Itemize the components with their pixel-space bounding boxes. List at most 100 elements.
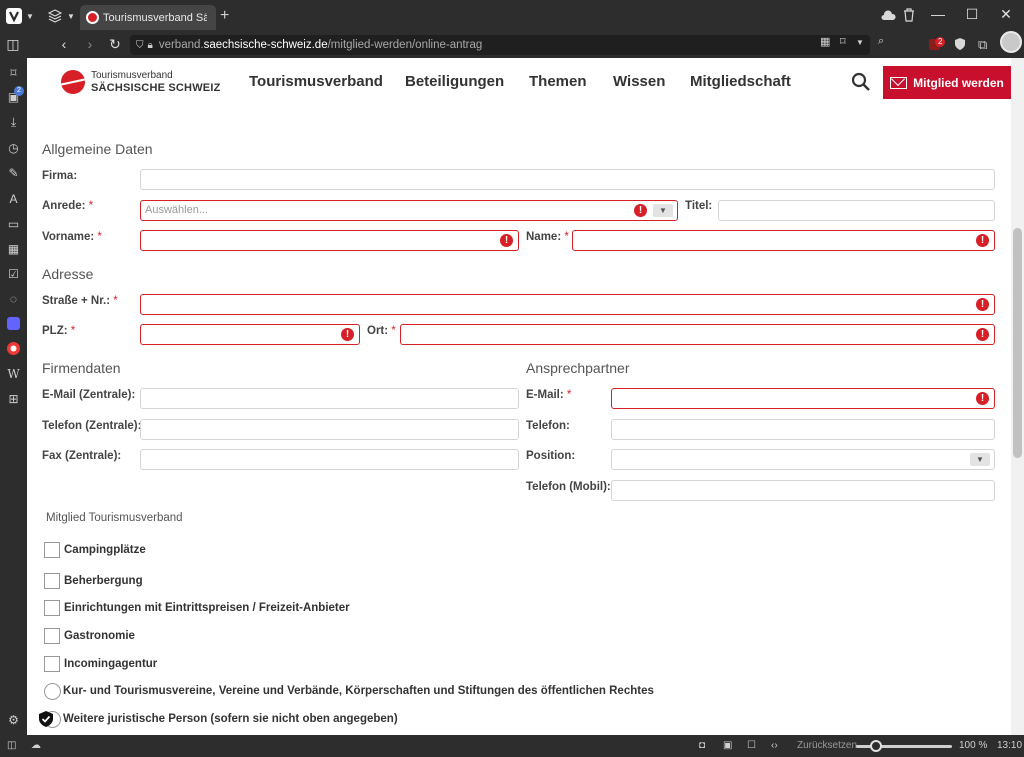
trash-icon[interactable] <box>899 8 919 25</box>
tab-active[interactable]: Tourismusverband Sächsische Schweiz <box>80 5 216 30</box>
feeds-icon[interactable]: ◌ <box>6 292 21 307</box>
reload-button[interactable]: ↻ <box>106 36 124 53</box>
ublock-extension-icon[interactable]: 2 <box>928 37 946 54</box>
position-select[interactable]: ▼ <box>611 449 995 470</box>
envelope-icon <box>890 76 908 89</box>
mastodon-icon[interactable] <box>6 317 21 332</box>
cloud-icon[interactable] <box>878 8 898 24</box>
membership-option-weitere[interactable]: Weitere juristische Person (sofern sie n… <box>44 710 398 728</box>
scrollbar-thumb[interactable] <box>1013 228 1022 458</box>
history-icon[interactable]: ◷ <box>6 141 21 156</box>
settings-gear-icon[interactable]: ⚙ <box>6 713 21 728</box>
titel-input[interactable] <box>718 200 995 221</box>
profile-avatar[interactable] <box>1000 31 1022 53</box>
nav-wissen[interactable]: Wissen <box>613 73 665 90</box>
telefon-mobil-label: Telefon (Mobil): <box>526 481 611 493</box>
status-bar: ◫ ☁ ◘ ▣ ☐ ‹› Zurücksetzen 100 % 13:10 <box>0 735 1024 757</box>
new-tab-button[interactable]: + <box>220 7 229 25</box>
forward-button[interactable]: › <box>81 36 99 52</box>
zoom-slider-knob[interactable] <box>870 740 882 752</box>
calendar-icon[interactable]: ▦ <box>6 242 21 257</box>
telefon-input[interactable] <box>611 419 995 440</box>
membership-option-kurvereine[interactable]: Kur- und Tourismusvereine, Vereine und V… <box>44 682 654 700</box>
back-button[interactable]: ‹ <box>55 36 73 52</box>
telefon-mobil-input[interactable] <box>611 480 995 501</box>
side-panel: ⌑ ▣ 2 ⤓ ◷ ✎ A ▭ ▦ ☑ ◌ W ⊞ ⚙ <box>0 58 27 735</box>
sync-cloud-icon[interactable]: ☁ <box>31 740 41 751</box>
privacy-shield-icon[interactable] <box>38 710 54 728</box>
option-label: Campingplätze <box>64 544 146 556</box>
chevron-down-icon[interactable]: ▼ <box>653 204 673 217</box>
panel-toggle-icon[interactable]: ◫ <box>7 740 16 751</box>
code-icon[interactable]: ‹› <box>771 740 778 751</box>
panel-toggle-icon[interactable]: ◫ <box>4 36 22 53</box>
zoom-slider[interactable] <box>856 740 952 752</box>
url-prefix: verband. <box>158 39 204 51</box>
ort-input[interactable]: ! <box>400 324 995 345</box>
notes-icon[interactable]: ✎ <box>6 166 21 181</box>
fax-zentrale-label: Fax (Zentrale): <box>42 450 122 462</box>
membership-option-einrichtungen[interactable]: Einrichtungen mit Eintrittspreisen / Fre… <box>44 599 350 617</box>
ort-label: Ort: * <box>367 325 396 337</box>
page-actions-icon[interactable]: ☐ <box>747 740 756 751</box>
name-input[interactable]: ! <box>572 230 995 251</box>
telefon-zentrale-input[interactable] <box>140 419 519 440</box>
chevron-down-icon[interactable]: ▼ <box>856 38 864 47</box>
checkbox[interactable] <box>44 656 60 672</box>
logo-text-line1[interactable]: Tourismusverband <box>91 70 173 81</box>
bookmark-icon[interactable]: ⌑ <box>840 35 846 48</box>
membership-option-campingplaetze[interactable]: Campingplätze <box>44 541 146 559</box>
logo-text-line2[interactable]: SÄCHSISCHE SCHWEIZ <box>91 82 221 94</box>
checkbox[interactable] <box>44 573 60 589</box>
anrede-select[interactable]: Auswählen... ! ▼ <box>140 200 678 221</box>
firma-input[interactable] <box>140 169 995 190</box>
url-field[interactable]: ⛉ 🔒︎ verband. saechsische-schweiz.de/mitg… <box>130 35 870 55</box>
checkbox[interactable] <box>44 628 60 644</box>
checkbox[interactable] <box>44 600 60 616</box>
vivaldi-menu-button[interactable]: ▼ <box>6 8 34 24</box>
error-icon: ! <box>976 392 989 405</box>
bookmarks-panel-icon[interactable]: ⌑ <box>6 66 21 81</box>
nav-tourismusverband[interactable]: Tourismusverband <box>249 73 383 90</box>
close-window-button[interactable]: ✕ <box>996 6 1016 23</box>
membership-option-beherbergung[interactable]: Beherbergung <box>44 572 143 590</box>
maximize-button[interactable]: ☐ <box>962 6 982 23</box>
plz-input[interactable]: ! <box>140 324 360 345</box>
downloads-icon[interactable]: ⤓ <box>6 115 21 130</box>
nav-themen[interactable]: Themen <box>529 73 587 90</box>
window-panel-icon[interactable]: ▭ <box>6 217 21 232</box>
nav-mitgliedschaft[interactable]: Mitgliedschaft <box>690 73 791 90</box>
logo-icon[interactable] <box>61 70 85 94</box>
minimize-button[interactable]: — <box>928 6 948 22</box>
email-zentrale-input[interactable] <box>140 388 519 409</box>
email-input[interactable]: ! <box>611 388 995 409</box>
tab-stack-button[interactable]: ▼ <box>48 8 75 24</box>
search-icon[interactable]: ⌕ <box>878 35 884 48</box>
vivaldi-panel-icon[interactable] <box>6 342 21 357</box>
membership-option-gastronomie[interactable]: Gastronomie <box>44 627 135 645</box>
checkbox[interactable] <box>44 542 60 558</box>
qr-code-icon[interactable]: ▦ <box>820 35 830 48</box>
wikipedia-icon[interactable]: W <box>6 367 21 382</box>
translate-icon[interactable]: A <box>6 192 21 207</box>
tasks-icon[interactable]: ☑ <box>6 267 21 282</box>
become-member-button[interactable]: Mitglied werden <box>883 66 1011 99</box>
page-scrollbar[interactable] <box>1011 58 1024 735</box>
capture-icon[interactable]: ◘ <box>699 740 705 751</box>
extensions-puzzle-icon[interactable]: ⧉ <box>978 37 987 53</box>
radio-button[interactable] <box>44 682 61 700</box>
position-label: Position: <box>526 450 576 462</box>
zoom-reset-button[interactable]: Zurücksetzen <box>797 740 857 751</box>
vivaldi-logo-icon <box>6 8 22 24</box>
shield-extension-icon[interactable] <box>954 37 966 54</box>
titel-label: Titel: <box>685 200 713 212</box>
vorname-input[interactable]: ! <box>140 230 519 251</box>
nav-beteiligungen[interactable]: Beteiligungen <box>405 73 504 90</box>
add-panel-icon[interactable]: ⊞ <box>6 392 21 407</box>
chevron-down-icon[interactable]: ▼ <box>970 453 990 466</box>
fax-zentrale-input[interactable] <box>140 449 519 470</box>
search-icon[interactable] <box>851 72 871 92</box>
strasse-input[interactable]: ! <box>140 294 995 315</box>
image-toggle-icon[interactable]: ▣ <box>723 740 732 751</box>
membership-option-incomingagentur[interactable]: Incomingagentur <box>44 655 157 673</box>
